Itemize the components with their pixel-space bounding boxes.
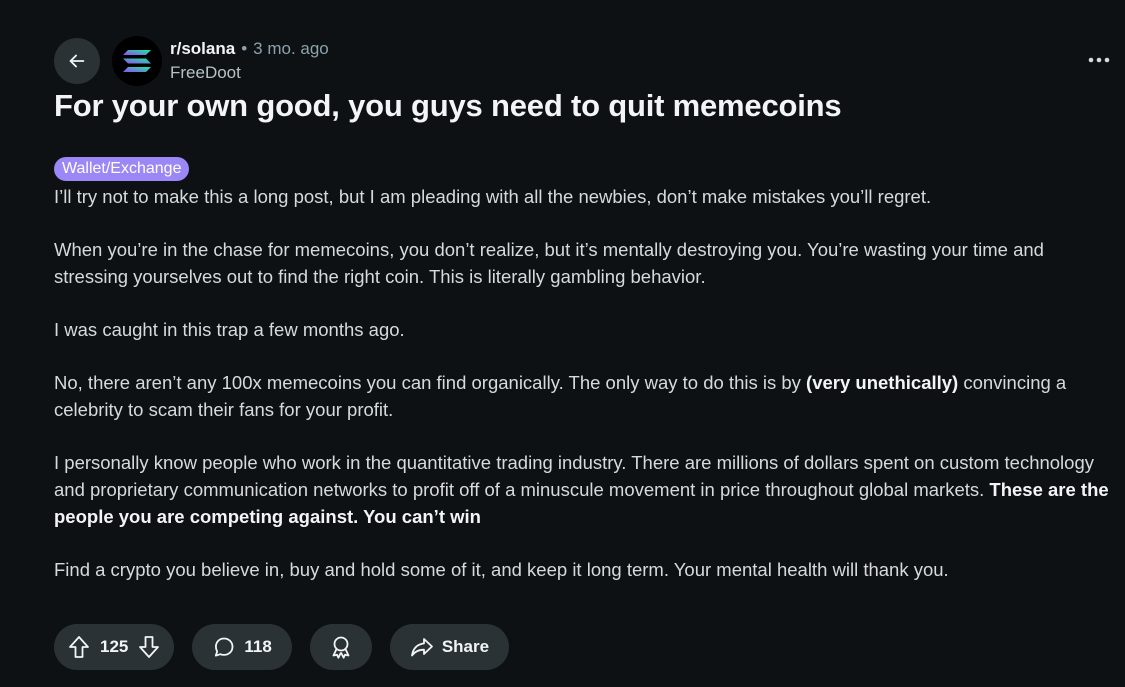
back-button[interactable]	[54, 38, 100, 84]
vote-pill: 125	[54, 624, 175, 670]
body-paragraph: I personally know people who work in the…	[54, 449, 1114, 530]
author-name[interactable]: FreeDoot	[170, 63, 329, 83]
meta-separator: •	[241, 39, 248, 58]
post-time: 3 mo. ago	[253, 39, 329, 58]
body-paragraph: I’ll try not to make this a long post, b…	[54, 186, 932, 207]
post-title: For your own good, you guys need to quit…	[54, 88, 842, 123]
post-meta: r/solana • 3 mo. ago FreeDoot	[170, 39, 329, 83]
body-bold-text: (very unethically)	[806, 372, 959, 393]
body-paragraph: No, there aren’t any 100x memecoins you …	[54, 369, 1114, 423]
comment-bubble-icon	[215, 637, 234, 657]
share-button[interactable]: Share	[389, 624, 510, 670]
more-horizontal-icon	[1088, 57, 1110, 63]
body-text-span: No, there aren’t any 100x memecoins you …	[54, 372, 807, 393]
post-flair[interactable]: Wallet/Exchange	[54, 157, 190, 181]
post-header: r/solana • 3 mo. ago FreeDoot	[54, 36, 329, 86]
body-paragraph: I was caught in this trap a few months a…	[54, 319, 405, 340]
solana-logo-icon	[123, 50, 151, 72]
more-options-button[interactable]	[1087, 50, 1111, 70]
subreddit-avatar[interactable]	[112, 36, 162, 86]
upvote-arrow-icon[interactable]	[68, 635, 90, 659]
comment-count: 118	[244, 637, 272, 656]
vote-count: 125	[100, 637, 129, 656]
share-label: Share	[441, 637, 490, 656]
body-text-span: I personally know people who work in the…	[54, 452, 1094, 500]
post-action-bar: 125 118 Share	[54, 624, 510, 670]
arrow-left-icon	[69, 54, 85, 68]
comments-button[interactable]: 118	[192, 624, 292, 670]
award-icon	[332, 636, 350, 659]
award-button[interactable]	[309, 624, 372, 670]
share-arrow-icon	[410, 638, 433, 657]
subreddit-name[interactable]: r/solana	[170, 39, 235, 59]
downvote-arrow-icon[interactable]	[138, 635, 160, 659]
body-paragraph: When you’re in the chase for memecoins, …	[54, 239, 1044, 287]
body-paragraph: Find a crypto you believe in, buy and ho…	[54, 559, 949, 580]
post-body: I’ll try not to make this a long post, b…	[54, 183, 1114, 609]
